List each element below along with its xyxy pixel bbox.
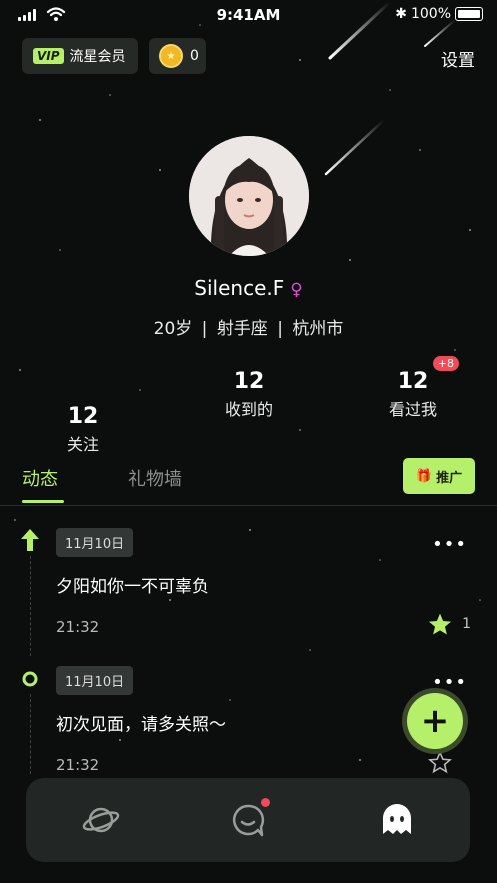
coin-icon: ★ [159, 44, 183, 68]
timeline-line [30, 556, 31, 656]
stat-received-label: 收到的 [224, 400, 273, 419]
star-icon[interactable] [427, 612, 453, 637]
stat-visitors-value: 12 [397, 369, 429, 394]
timeline-line [30, 694, 31, 774]
plus-icon: + [407, 693, 463, 749]
post-date: 11月10日 [56, 528, 134, 557]
visitors-badge: +8 [432, 356, 459, 371]
stat-following-value: 12 [67, 404, 99, 429]
arrow-up-icon [21, 529, 39, 551]
settings-button[interactable]: 设置 [441, 46, 475, 71]
avatar-image [189, 136, 309, 256]
post-time: 21:32 [56, 618, 100, 636]
meta-separator: | [201, 319, 208, 339]
stat-following[interactable]: 12 关注 [33, 404, 133, 455]
profile-city: 杭州市 [292, 319, 344, 339]
female-gender-icon: ♀ [290, 280, 303, 300]
bluetooth-icon: ✱ [395, 6, 407, 22]
stat-visitors-label: 看过我 [388, 400, 437, 419]
star-outline-icon[interactable] [428, 751, 452, 774]
tab-underline [22, 500, 64, 503]
vip-tag: VIP [33, 48, 64, 64]
ghost-icon [383, 804, 411, 834]
more-options-button[interactable]: ••• [432, 534, 467, 555]
coin-balance-button[interactable]: ★ 0 [149, 38, 206, 74]
nav-item-discover[interactable] [81, 800, 121, 840]
avatar[interactable] [189, 136, 309, 256]
stat-received[interactable]: 12 收到的 [199, 369, 299, 420]
planet-icon [82, 807, 120, 833]
tab-moments[interactable]: 动态 [22, 465, 58, 491]
stat-following-label: 关注 [66, 435, 99, 454]
coin-count: 0 [190, 48, 199, 64]
meta-separator: | [277, 319, 283, 339]
gift-icon: 🎁 [415, 468, 433, 484]
bottom-nav [26, 778, 470, 862]
vip-label: 流星会员 [69, 49, 126, 65]
battery-percent: 100% [410, 6, 451, 22]
profile-name: Silence.F [194, 276, 285, 300]
profile-name-row: Silence.F ♀ [0, 276, 497, 300]
star-count: 1 [462, 616, 471, 632]
nav-item-messages[interactable] [228, 798, 270, 840]
vip-membership-button[interactable]: VIP 流星会员 [22, 38, 138, 74]
promote-label: 推广 [436, 470, 463, 486]
profile-zodiac: 射手座 [216, 319, 268, 339]
nav-item-profile[interactable] [377, 800, 417, 840]
post-text: 夕阳如你一不可辜负 [56, 577, 209, 597]
add-post-button[interactable]: + [402, 688, 468, 754]
tab-divider [0, 505, 497, 506]
status-bar: 9:41AM ✱ 100% [0, 0, 497, 30]
promote-button[interactable]: 🎁 推广 [403, 458, 475, 494]
post-date: 11月10日 [56, 666, 134, 695]
status-right: ✱ 100% [395, 6, 483, 22]
profile-age: 20岁 [153, 319, 193, 339]
stat-visitors[interactable]: +8 12 看过我 [363, 356, 463, 420]
profile-meta: 20岁 | 射手座 | 杭州市 [0, 314, 497, 339]
battery-icon [455, 7, 483, 21]
notification-dot [261, 798, 270, 807]
ring-icon [22, 671, 38, 687]
tab-gift-wall[interactable]: 礼物墙 [128, 465, 182, 491]
stat-received-value: 12 [233, 369, 265, 394]
post-time: 21:32 [56, 756, 100, 774]
post-text: 初次见面，请多关照～ [56, 715, 226, 735]
